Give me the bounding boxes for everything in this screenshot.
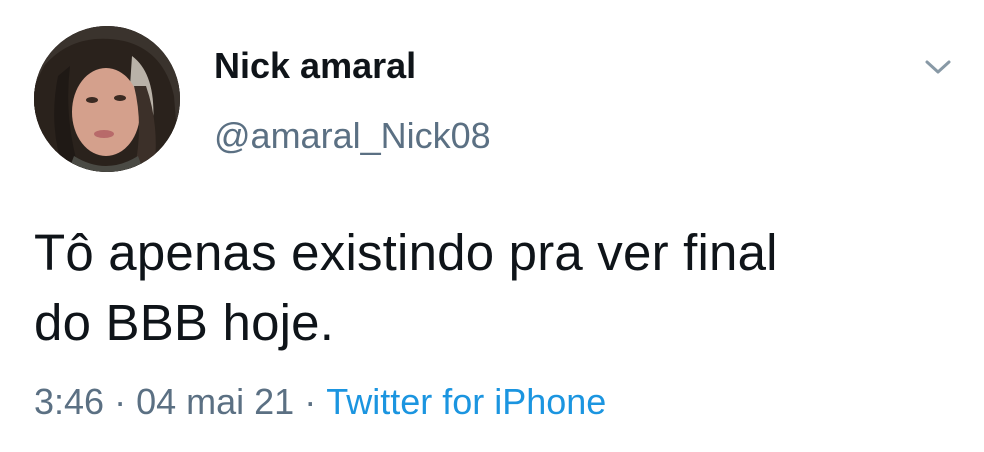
tweet-text-line: do BBB hoje. <box>34 294 335 351</box>
chevron-down-icon <box>925 60 951 74</box>
meta-separator: · <box>304 381 317 422</box>
avatar[interactable] <box>34 26 180 172</box>
avatar-image <box>34 26 180 172</box>
tweet-source-link[interactable]: Twitter for iPhone <box>326 381 606 422</box>
tweet-card: Nick amaral @amaral_Nick08 Tô apenas exi… <box>0 0 984 452</box>
tweet-meta: 3:46 · 04 mai 21 · Twitter for iPhone <box>34 380 606 424</box>
meta-separator: · <box>114 381 127 422</box>
tweet-time[interactable]: 3:46 <box>34 381 104 422</box>
tweet-text: Tô apenas existindo pra ver final do BBB… <box>34 218 934 358</box>
tweet-date[interactable]: 04 mai 21 <box>136 381 294 422</box>
tweet-menu-button[interactable] <box>918 52 958 82</box>
display-name[interactable]: Nick amaral <box>214 44 416 88</box>
user-handle[interactable]: @amaral_Nick08 <box>214 114 491 158</box>
tweet-text-line: Tô apenas existindo pra ver final <box>34 224 778 281</box>
